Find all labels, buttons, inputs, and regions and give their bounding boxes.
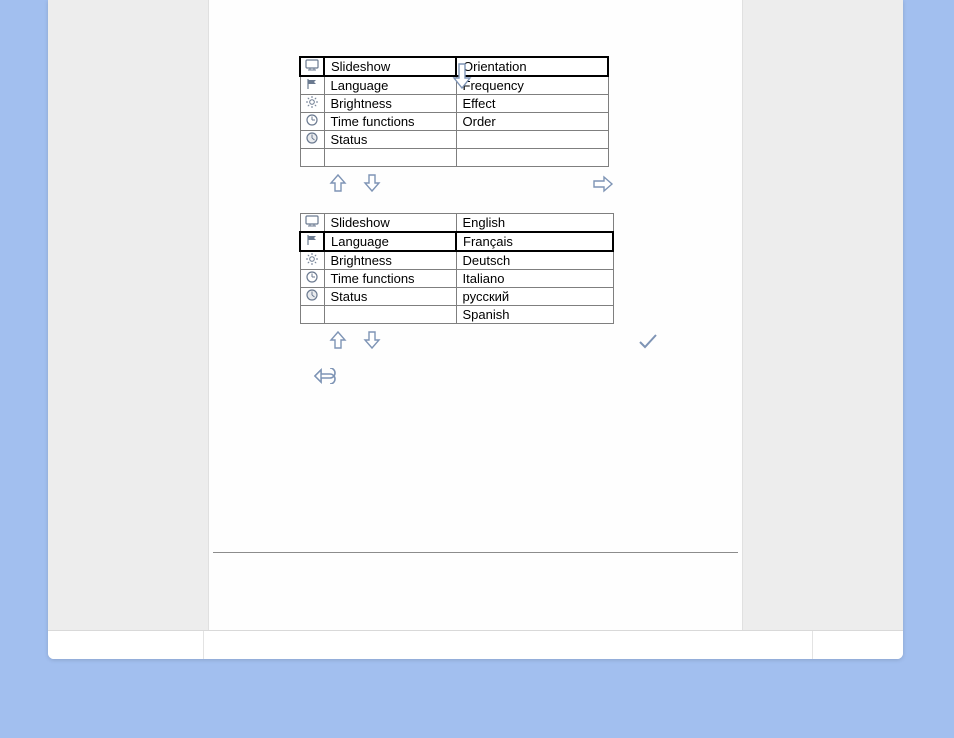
- flag-icon: [300, 232, 324, 251]
- flag-icon: [300, 76, 324, 95]
- menu-item-label: Time functions: [324, 270, 456, 288]
- page-margin-right: [742, 0, 903, 630]
- menu-item-value: Français: [456, 232, 613, 251]
- clock-icon: [300, 113, 324, 131]
- table-row[interactable]: Spanish: [300, 306, 613, 324]
- menu-item-label: Slideshow: [324, 214, 456, 233]
- table-row[interactable]: SlideshowEnglish: [300, 214, 613, 233]
- menu-item-value: Italiano: [456, 270, 613, 288]
- menu-item-label: Time functions: [324, 113, 456, 131]
- clock2-icon: [300, 288, 324, 306]
- menu-item-value: Effect: [456, 95, 608, 113]
- page-margin-left: [48, 0, 209, 630]
- table-row[interactable]: LanguageFrançais: [300, 232, 613, 251]
- clock2-icon: [300, 131, 324, 149]
- table-row[interactable]: Status: [300, 131, 608, 149]
- status-bar: [48, 630, 903, 659]
- menu-item-value: [456, 149, 608, 167]
- menu-item-label: Language: [324, 76, 456, 95]
- menu-item-label: Language: [324, 232, 456, 251]
- table-row[interactable]: BrightnessEffect: [300, 95, 608, 113]
- arrow-right-icon[interactable]: [592, 175, 614, 193]
- menu-item-label: Brightness: [324, 251, 456, 270]
- menu-item-label: [324, 306, 456, 324]
- menu-item-value: Order: [456, 113, 608, 131]
- menu-item-value: Frequency: [456, 76, 608, 95]
- menu-item-value: English: [456, 214, 613, 233]
- menu-item-label: Slideshow: [324, 57, 456, 76]
- blank-icon: [300, 149, 324, 167]
- menu-item-value: Spanish: [456, 306, 613, 324]
- table-row[interactable]: BrightnessDeutsch: [300, 251, 613, 270]
- table-row[interactable]: Time functionsOrder: [300, 113, 608, 131]
- check-icon[interactable]: [637, 332, 659, 350]
- table-row[interactable]: Statusрусский: [300, 288, 613, 306]
- tv-icon: [300, 214, 324, 233]
- sun-icon: [300, 251, 324, 270]
- menu-item-label: Status: [324, 288, 456, 306]
- arrow-down-icon[interactable]: [363, 330, 381, 350]
- menu-item-label: [324, 149, 456, 167]
- tv-icon: [300, 57, 324, 76]
- divider: [213, 552, 738, 553]
- blank-icon: [300, 306, 324, 324]
- arrow-up-icon[interactable]: [329, 330, 347, 350]
- menu-item-value: Orientation: [456, 57, 608, 76]
- arrow-down-icon[interactable]: [363, 173, 381, 193]
- arrow-down-icon: [452, 62, 472, 95]
- sun-icon: [300, 95, 324, 113]
- table-row[interactable]: [300, 149, 608, 167]
- clock-icon: [300, 270, 324, 288]
- menu-item-label: Brightness: [324, 95, 456, 113]
- table-row[interactable]: Time functionsItaliano: [300, 270, 613, 288]
- menu-item-label: Status: [324, 131, 456, 149]
- menu-item-value: [456, 131, 608, 149]
- back-icon[interactable]: [313, 371, 339, 388]
- menu-item-value: Deutsch: [456, 251, 613, 270]
- arrow-up-icon[interactable]: [329, 173, 347, 193]
- menu-table-language: SlideshowEnglishLanguageFrançaisBrightne…: [299, 213, 614, 324]
- menu-item-value: русский: [456, 288, 613, 306]
